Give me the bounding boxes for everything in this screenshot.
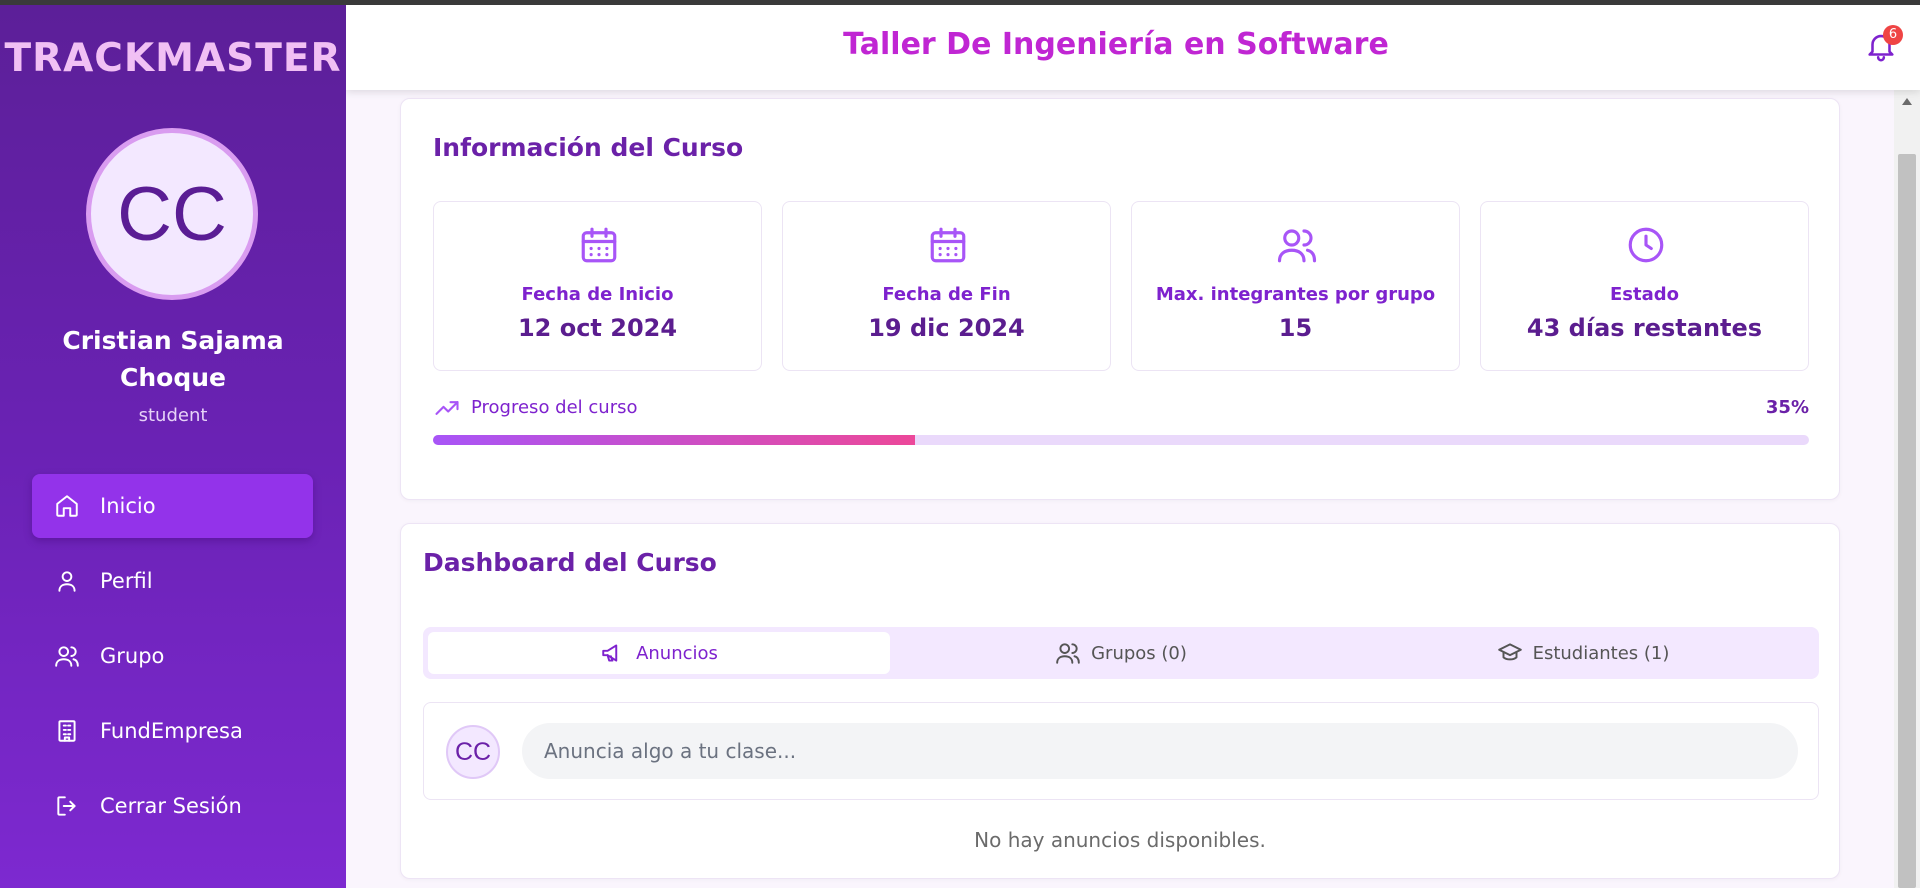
main-scrollbar[interactable]: [1894, 90, 1920, 888]
home-icon: [56, 495, 78, 517]
logout-icon: [57, 796, 76, 816]
course-info-title: Información del Curso: [433, 133, 744, 162]
tab-label: Anuncios: [636, 642, 718, 664]
user-icon: [58, 571, 76, 592]
tab-label: Estudiantes (1): [1532, 642, 1670, 664]
calendar-icon: [581, 227, 617, 263]
graduation-cap-icon: [1497, 643, 1522, 661]
sidebar-item-label: Cerrar Sesión: [100, 794, 242, 818]
users-icon: [55, 646, 79, 667]
stat-label: Max. integrantes por grupo: [1155, 284, 1436, 305]
tab-grupos[interactable]: Grupos (0): [890, 632, 1352, 674]
stat-label: Fecha de Inicio: [521, 284, 674, 305]
clock-icon: [1628, 227, 1664, 263]
stat-start-date: Fecha de Inicio 12 oct 2024: [433, 201, 762, 371]
top-header: Taller De Ingeniería en Software 6: [346, 5, 1920, 90]
empty-announcements-message: No hay anuncios disponibles.: [974, 828, 1266, 852]
user-avatar: CC: [86, 128, 258, 300]
sidebar-item-perfil[interactable]: Perfil: [32, 549, 313, 613]
dashboard-title: Dashboard del Curso: [423, 548, 717, 577]
tab-anuncios[interactable]: Anuncios: [428, 632, 890, 674]
sidebar-item-label: Perfil: [100, 569, 153, 593]
page-title: Taller De Ingeniería en Software: [843, 27, 1389, 62]
users-icon: [1277, 229, 1317, 263]
sidebar-item-grupo[interactable]: Grupo: [32, 624, 313, 688]
notification-badge: 6: [1883, 25, 1903, 45]
tab-estudiantes[interactable]: Estudiantes (1): [1352, 632, 1814, 674]
progress-bar-fill: [433, 435, 915, 445]
sidebar-item-label: FundEmpresa: [100, 719, 243, 743]
stat-max-members: Max. integrantes por grupo 15: [1131, 201, 1460, 371]
sidebar-item-cerrar-sesion[interactable]: Cerrar Sesión: [32, 774, 313, 838]
composer-avatar: CC: [446, 725, 500, 779]
sidebar: TRACKMASTER CC Cristian Sajama Choque st…: [0, 0, 346, 888]
stat-end-date: Fecha de Fin 19 dic 2024: [782, 201, 1111, 371]
sidebar-item-label: Inicio: [100, 494, 156, 518]
announcement-composer: CC: [423, 702, 1819, 800]
stat-label: Fecha de Fin: [882, 284, 1011, 305]
progress-label: Progreso del curso: [471, 397, 638, 418]
course-progress-row: Progreso del curso 35%: [433, 393, 1809, 423]
stat-label: Estado: [1609, 284, 1679, 305]
course-dashboard-card: Dashboard del Curso Anuncios Grupos (0) …: [400, 523, 1840, 879]
megaphone-icon: [602, 644, 618, 662]
building-icon: [58, 720, 76, 742]
user-name: Cristian Sajama Choque: [62, 326, 284, 392]
stat-value: 19 dic 2024: [868, 314, 1025, 342]
dashboard-tabs: Anuncios Grupos (0) Estudiantes (1): [423, 627, 1819, 679]
announcement-input[interactable]: [522, 723, 1798, 779]
sidebar-item-inicio[interactable]: Inicio: [32, 474, 313, 538]
scroll-up-arrow[interactable]: [1902, 98, 1912, 105]
progress-bar: [433, 435, 1809, 445]
stat-value: 43 días restantes: [1526, 314, 1763, 342]
scroll-thumb[interactable]: [1898, 154, 1916, 888]
calendar-icon: [930, 227, 966, 263]
tab-label: Grupos (0): [1091, 642, 1187, 664]
sidebar-nav: Inicio Perfil Grupo FundEmpresa Cerrar S…: [32, 474, 313, 849]
brand-logo: TRACKMASTER: [4, 36, 342, 81]
course-info-card: Información del Curso Fecha de Inicio 12…: [400, 98, 1840, 500]
stat-status: Estado 43 días restantes: [1480, 201, 1809, 371]
window-top-border: [0, 0, 1920, 5]
progress-percent: 35%: [1765, 397, 1809, 418]
stat-value: 12 oct 2024: [517, 314, 678, 342]
notifications-button[interactable]: 6: [1864, 25, 1906, 67]
trending-up-icon: [435, 401, 459, 415]
users-icon: [1056, 643, 1080, 664]
user-role: student: [138, 405, 208, 426]
stat-value: 15: [1278, 314, 1313, 342]
sidebar-item-label: Grupo: [100, 644, 165, 668]
sidebar-item-fundempresa[interactable]: FundEmpresa: [32, 699, 313, 763]
